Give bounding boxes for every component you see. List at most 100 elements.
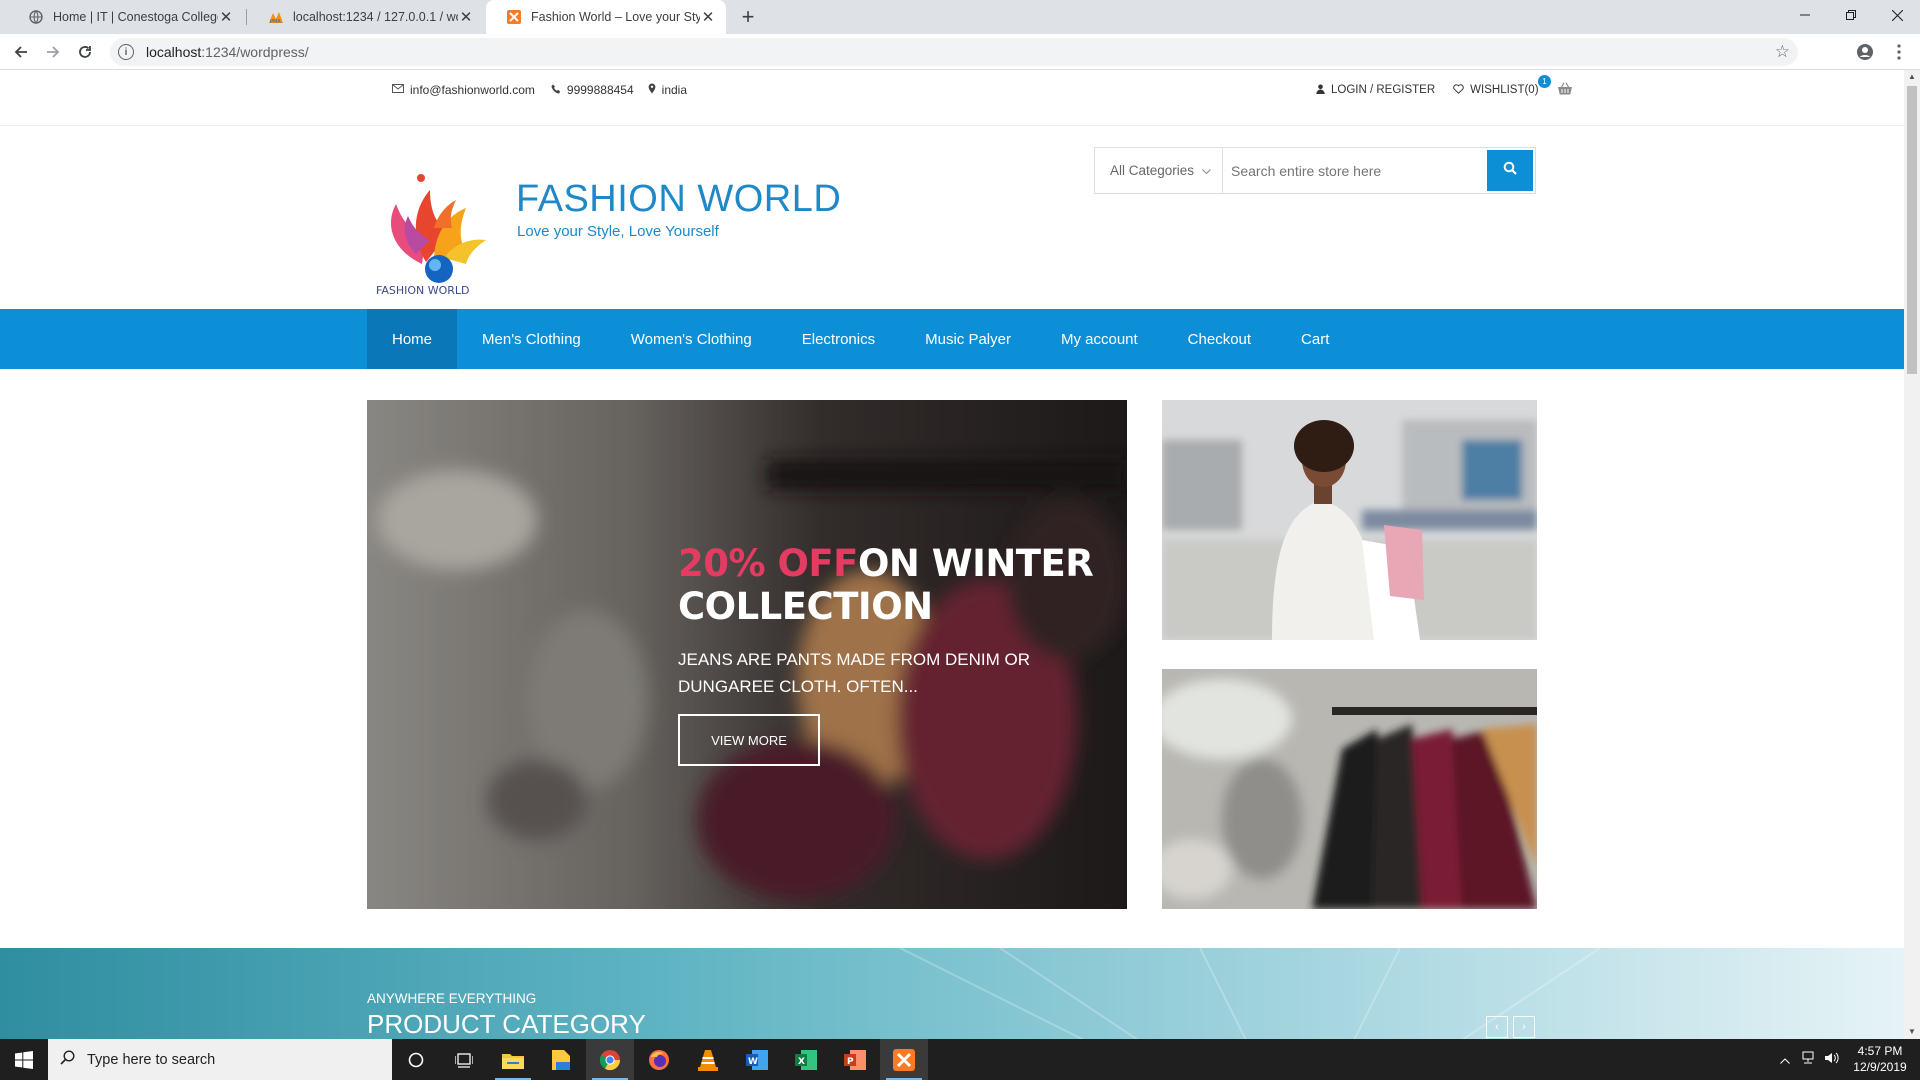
view-more-button[interactable]: VIEW MORE [678,714,820,766]
category-eyebrow: ANYWHERE EVERYTHING [367,991,537,1006]
restore-icon[interactable] [1828,0,1874,30]
nav-item-women-s-clothing[interactable]: Women's Clothing [606,309,777,369]
tab-title: Fashion World – Love your Style, [531,10,700,24]
reload-icon[interactable] [72,39,98,65]
close-window-icon[interactable] [1874,0,1920,30]
tab-title: localhost:1234 / 127.0.0.1 / word [293,10,458,24]
taskbar-clock[interactable]: 4:57 PM 12/9/2019 [1848,1043,1912,1075]
forward-arrow-icon[interactable] [40,39,66,65]
powerpoint-icon[interactable]: P [831,1039,879,1080]
phpmyadmin-icon: PMA [268,9,284,25]
task-view-icon[interactable] [440,1039,488,1080]
logo-wordmark: FASHION WORLD [376,284,470,296]
category-dropdown[interactable]: All Categories [1095,148,1223,193]
contact-email[interactable]: info@fashionworld.com [410,83,535,97]
scrollbar-thumb[interactable] [1907,86,1917,374]
vlc-icon[interactable] [684,1039,732,1080]
browser-toolbar: i localhost:1234/wordpress/ ☆ [0,34,1920,70]
system-tray [1780,1039,1840,1080]
carousel-prev-icon[interactable]: ‹ [1486,1016,1508,1038]
globe-icon [28,9,44,25]
phone-icon [551,84,561,97]
browser-tab-phpmyadmin[interactable]: PMA localhost:1234 / 127.0.0.1 / word ✕ [248,0,484,34]
cart-count-badge: 1 [1538,75,1551,88]
close-tab-icon[interactable]: ✕ [700,8,716,26]
address-url: localhost:1234/wordpress/ [146,44,309,60]
browser-tabstrip: Home | IT | Conestoga College ✕ PMA loca… [0,0,1920,34]
browser-tab-fashion-world[interactable]: Fashion World – Love your Style, ✕ [486,0,726,34]
chrome-icon[interactable] [586,1039,634,1080]
bookmark-star-icon[interactable]: ☆ [1775,43,1790,61]
word-icon[interactable]: W [733,1039,781,1080]
xampp-taskbar-icon[interactable] [880,1039,928,1080]
profile-icon[interactable] [1852,39,1878,65]
product-category-section: ANYWHERE EVERYTHING PRODUCT CATEGORY ‹ › [0,948,1904,1039]
svg-text:X: X [798,1057,805,1067]
contact-info: info@fashionworld.com 9999888454 india [392,83,687,97]
account-links: LOGIN / REGISTER WISHLIST(0) [1316,82,1573,98]
nav-item-music-palyer[interactable]: Music Palyer [900,309,1036,369]
hero-discount: 20% OFF [678,542,858,585]
hero-subtext: JEANS ARE PANTS MADE FROM DENIM OR DUNGA… [678,650,1031,696]
login-register-link[interactable]: LOGIN / REGISTER [1331,84,1435,96]
contact-location: india [661,83,688,97]
volume-icon[interactable] [1824,1051,1840,1068]
new-tab-button[interactable]: + [736,0,760,34]
show-hidden-icons-icon[interactable] [1780,1053,1790,1067]
category-band-background [899,948,1601,1039]
wishlist-link[interactable]: WISHLIST(0) [1470,84,1538,96]
taskbar-search-box[interactable]: Type here to search [48,1039,392,1080]
shopping-basket-icon[interactable] [1557,82,1573,98]
nav-item-checkout[interactable]: Checkout [1163,309,1276,369]
search-button[interactable] [1487,150,1533,191]
menu-dots-icon[interactable] [1886,39,1912,65]
file-manager-icon[interactable] [537,1039,585,1080]
windows-taskbar: Type here to search W X P 4:57 PM 12/9/2… [0,1039,1920,1080]
contact-phone: 9999888454 [566,83,634,97]
close-tab-icon[interactable]: ✕ [458,8,474,26]
close-tab-icon[interactable]: ✕ [218,8,234,26]
tab-divider [246,9,247,25]
info-icon[interactable]: i [118,44,134,60]
tab-title: Home | IT | Conestoga College [53,10,218,24]
browser-tab-conestoga[interactable]: Home | IT | Conestoga College ✕ [8,0,244,34]
windows-start-icon[interactable] [0,1039,48,1080]
top-info-bar: info@fashionworld.com 9999888454 india L… [0,70,1904,126]
network-icon[interactable] [1800,1051,1816,1068]
nav-item-my-account[interactable]: My account [1036,309,1163,369]
back-arrow-icon[interactable] [8,39,34,65]
category-dropdown-value: All Categories [1110,163,1195,178]
product-search-bar: All Categories [1094,147,1536,194]
nav-item-home[interactable]: Home [367,309,458,369]
nav-item-cart[interactable]: Cart [1276,309,1354,369]
promo-image-shopper[interactable] [1162,400,1537,640]
chevron-down-icon [1202,163,1211,178]
minimize-icon[interactable] [1782,0,1828,30]
scroll-up-icon[interactable]: ▲ [1904,70,1920,84]
cortana-icon[interactable] [392,1039,440,1080]
excel-icon[interactable]: X [782,1039,830,1080]
xampp-icon [506,9,522,25]
svg-text:W: W [748,1057,758,1067]
carousel-next-icon[interactable]: › [1513,1016,1535,1038]
address-bar[interactable]: i localhost:1234/wordpress/ ☆ [110,38,1798,66]
promo-image-clothing-rack[interactable] [1162,669,1537,909]
main-navigation: Home Men's Clothing Women's Clothing Electr… [0,309,1904,369]
nav-item-men-s-clothing[interactable]: Men's Clothing [457,309,606,369]
site-title[interactable]: FASHION WORLD [516,178,841,221]
scroll-down-icon[interactable]: ▼ [1904,1025,1920,1039]
clock-time: 4:57 PM [1857,1044,1903,1058]
search-input[interactable] [1223,148,1487,193]
user-icon [1316,84,1325,97]
site-logo[interactable]: FASHION WORLD [374,156,504,297]
site-tagline: Love your Style, Love Yourself [517,223,719,240]
heart-icon [1453,83,1464,97]
clock-date: 12/9/2019 [1853,1060,1907,1074]
envelope-icon [392,84,404,96]
hero-headline: 20% OFFON WINTER COLLECTION [678,542,1098,628]
nav-item-electronics[interactable]: Electronics [777,309,900,369]
firefox-icon[interactable] [635,1039,683,1080]
page-scrollbar[interactable]: ▲ ▼ [1904,70,1920,1039]
file-explorer-icon[interactable] [489,1039,537,1080]
web-page: info@fashionworld.com 9999888454 india L… [0,70,1904,1039]
